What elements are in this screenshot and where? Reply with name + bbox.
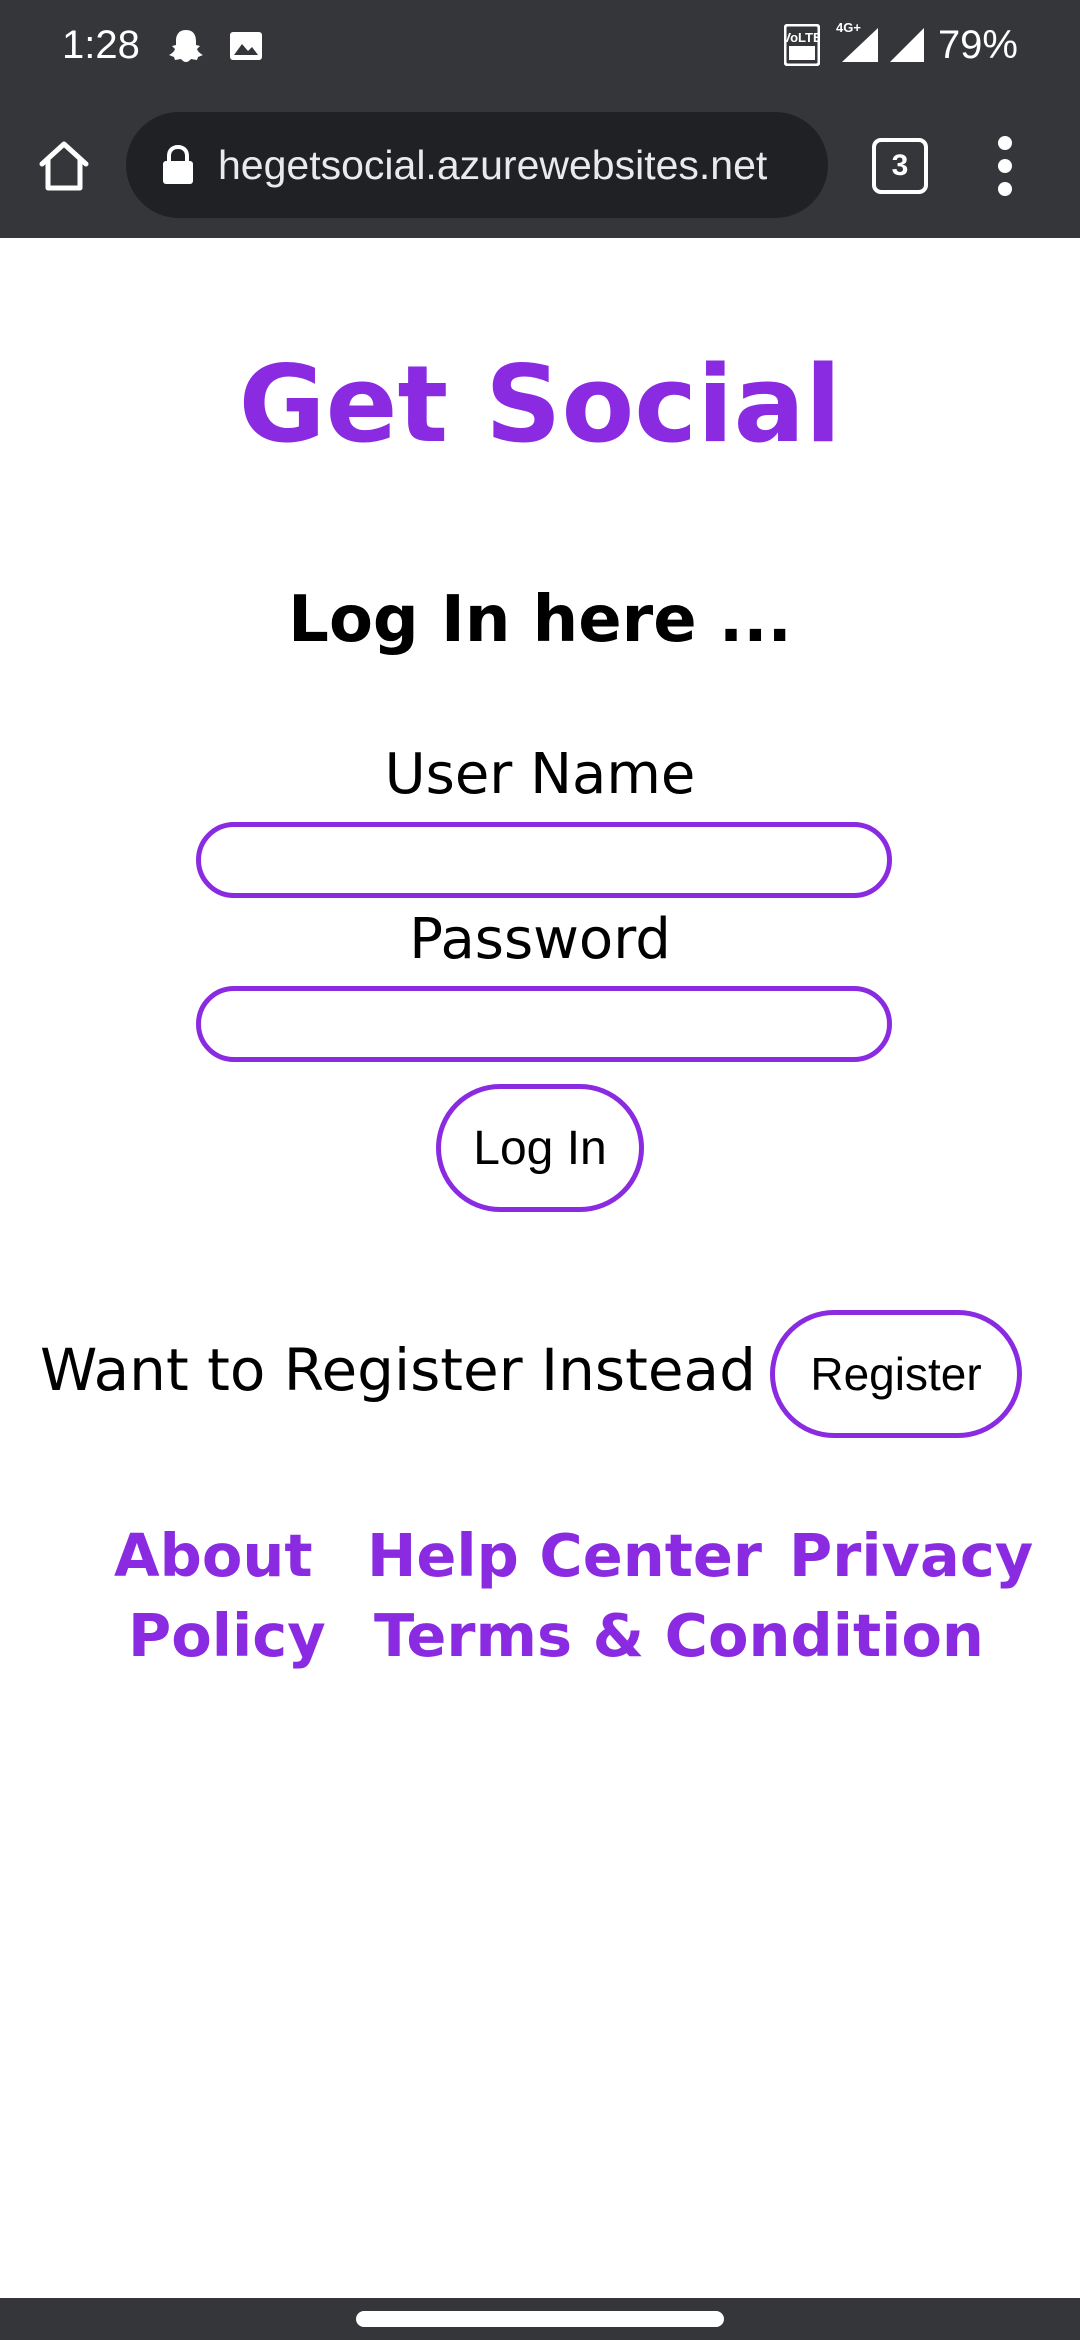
signal-4g-icon: 4G+ <box>834 18 880 62</box>
gesture-handle[interactable] <box>356 2311 724 2327</box>
register-button[interactable]: Register <box>770 1310 1022 1438</box>
tabs-icon: 3 <box>872 138 928 194</box>
tab-switcher-button[interactable]: 3 <box>872 138 928 194</box>
volte-label: VoLTE <box>784 30 820 45</box>
address-bar[interactable]: hegetsocial.azurewebsites.net <box>126 112 828 218</box>
password-input[interactable] <box>196 986 892 1062</box>
image-icon <box>226 26 266 66</box>
footer-link-privacy-policy-line1[interactable]: Privacy <box>789 1518 1033 1594</box>
screen: 1:28 VoLTE 4G+ 79% hegetsocial.azurewebs… <box>0 0 1080 2340</box>
footer-link-terms[interactable]: Terms & Condition <box>374 1598 984 1674</box>
page-title: Get Social <box>238 343 842 466</box>
footer-link-about[interactable]: About <box>114 1518 313 1594</box>
username-input[interactable] <box>196 822 892 898</box>
signal-icon <box>886 26 926 66</box>
url-text: hegetsocial.azurewebsites.net <box>218 142 768 188</box>
footer-link-help-center[interactable]: Help Center <box>367 1518 762 1594</box>
browser-menu-button[interactable] <box>990 134 1022 198</box>
home-icon <box>39 141 89 191</box>
status-time: 1:28 <box>62 23 140 67</box>
battery-level: 79% <box>937 23 1018 67</box>
username-label: User Name <box>384 742 696 807</box>
snapchat-icon <box>166 26 206 66</box>
system-nav-bar <box>0 2298 1080 2340</box>
login-button[interactable]: Log In <box>436 1084 644 1212</box>
login-heading: Log In here ... <box>288 583 792 657</box>
password-label: Password <box>409 907 671 972</box>
home-button[interactable] <box>28 130 100 202</box>
lock-icon <box>160 144 196 186</box>
footer-link-privacy-policy-line2[interactable]: Policy <box>128 1598 326 1674</box>
status-bar: 1:28 VoLTE 4G+ 79% <box>0 0 1080 94</box>
volte-icon: VoLTE <box>782 23 822 67</box>
network-type-label: 4G+ <box>836 20 861 35</box>
register-prompt: Want to Register Instead ? <box>40 1336 806 1404</box>
browser-toolbar: hegetsocial.azurewebsites.net 3 <box>0 94 1080 238</box>
